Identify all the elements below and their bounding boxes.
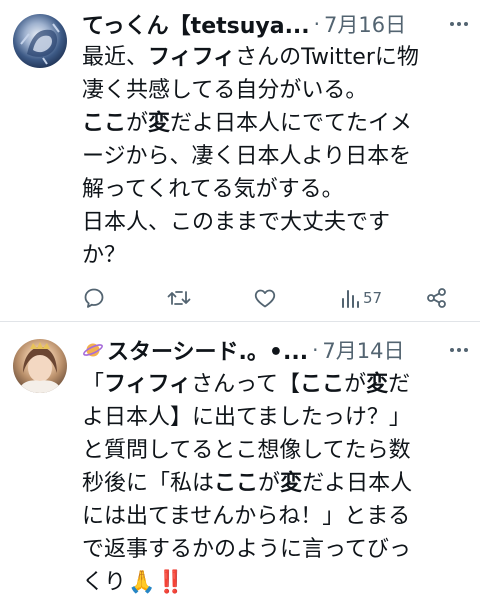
bold-text: フィフィ xyxy=(104,372,192,397)
text-segment: には出てませんからね！」とまる xyxy=(82,504,411,529)
bold-text: 変 xyxy=(366,372,389,397)
bold-text: フィフィ xyxy=(148,45,236,70)
tweet-header: スターシード.。•... · 7月14日 xyxy=(82,335,405,365)
bold-text: ここ xyxy=(82,111,127,136)
bold-text: 変 xyxy=(280,471,303,496)
views-button[interactable]: 57 xyxy=(340,283,382,313)
text-line: 最近、フィフィさんのTwitterに物 xyxy=(82,41,466,74)
text-line: と質問してるとこ想像してたら数 xyxy=(82,434,466,467)
planet-emoji-icon xyxy=(82,339,104,361)
views-count: 57 xyxy=(363,289,383,307)
text-line: か？ xyxy=(82,239,466,272)
text-segment: さんのTwitterに物 xyxy=(235,45,419,70)
reply-button[interactable] xyxy=(82,283,106,313)
views-icon xyxy=(342,290,359,308)
text-line: くり🙏‼️ xyxy=(82,566,466,599)
bold-text: ここ xyxy=(214,471,259,496)
separator-dot: · xyxy=(313,12,321,36)
tweet-text: 最近、フィフィさんのTwitterに物 凄く共感してる自分がいる。 ここが変だよ日本… xyxy=(82,41,466,272)
action-bar: 57 xyxy=(82,283,452,313)
share-icon xyxy=(427,288,446,308)
text-segment: 解ってくれてる気がする。 xyxy=(82,177,344,202)
text-segment: が xyxy=(344,372,367,397)
tweet-date[interactable]: 7月16日 xyxy=(324,9,406,39)
text-line: で返事するかのように言ってびっ xyxy=(82,533,466,566)
text-segment: さんって【 xyxy=(191,372,301,397)
text-segment: と質問してるとこ想像してたら数 xyxy=(82,438,411,463)
tweet-2[interactable]: スターシード.。•... · 7月14日 「フィフィさんって【ここが変だ よ日本人… xyxy=(0,323,480,611)
tweet-text: 「フィフィさんって【ここが変だ よ日本人】に出てましたっけ？」 と質問してるとこ想像… xyxy=(82,368,466,599)
avatar-image xyxy=(17,342,63,393)
text-segment: が xyxy=(126,111,149,136)
reply-icon xyxy=(84,288,104,308)
text-segment: が xyxy=(258,471,281,496)
text-line: ここが変だよ日本人にでてたイメ xyxy=(82,107,466,140)
text-line: 「フィフィさんって【ここが変だ xyxy=(82,368,466,401)
text-segment: で返事するかのように言ってびっ xyxy=(82,537,411,562)
text-line: には出てませんからね！」とまる xyxy=(82,500,466,533)
text-segment: よ日本人】に出てましたっけ？」 xyxy=(82,405,411,430)
text-line: 日本人、このままで大丈夫です xyxy=(82,206,466,239)
author-name[interactable]: てっくん【tetsuya... xyxy=(82,8,310,40)
text-line: ージから、凄く日本人より日本を xyxy=(82,140,466,173)
text-line: 凄く共感してる自分がいる。 xyxy=(82,74,466,107)
tweet-header: てっくん【tetsuya... · 7月16日 xyxy=(82,9,406,39)
more-options-icon[interactable] xyxy=(444,335,474,365)
avatar[interactable] xyxy=(13,339,67,393)
praying-hands-emoji-icon: 🙏 xyxy=(128,570,156,595)
text-segment: か？ xyxy=(82,243,127,268)
heart-icon xyxy=(254,289,276,308)
retweet-button[interactable] xyxy=(166,283,192,313)
text-line: 秒後に「私はここが変だよ日本人 xyxy=(82,467,466,500)
retweet-icon xyxy=(167,291,191,305)
text-segment: 凄く共感してる自分がいる。 xyxy=(82,78,368,103)
like-button[interactable] xyxy=(253,283,277,313)
text-segment: 日本人、このままで大丈夫です xyxy=(82,210,391,235)
text-segment: だよ日本人にでてたイメ xyxy=(170,111,413,136)
text-segment: だ xyxy=(388,372,411,397)
text-segment: ージから、凄く日本人より日本を xyxy=(82,144,412,169)
text-segment: だよ日本人 xyxy=(302,471,413,496)
tweet-divider xyxy=(0,321,480,322)
avatar-image xyxy=(20,23,60,65)
bold-text: ここ xyxy=(300,372,345,397)
tweet-1[interactable]: てっくん【tetsuya... · 7月16日 最近、フィフィさんのTwitte… xyxy=(0,0,480,322)
double-exclamation-emoji-icon: ‼️ xyxy=(157,570,185,595)
bold-text: 変 xyxy=(148,111,171,136)
more-options-icon[interactable] xyxy=(444,9,474,39)
text-line: 解ってくれてる気がする。 xyxy=(82,173,466,206)
text-segment: 「 xyxy=(82,372,105,397)
text-segment: 秒後に「私は xyxy=(82,471,215,496)
avatar[interactable] xyxy=(13,14,67,68)
author-name[interactable]: スターシード.。•... xyxy=(107,334,308,366)
share-button[interactable] xyxy=(426,283,448,313)
text-segment: くり xyxy=(82,570,127,595)
text-segment: 最近、 xyxy=(82,45,149,70)
tweet-date[interactable]: 7月14日 xyxy=(322,335,404,365)
separator-dot: · xyxy=(312,338,319,362)
text-line: よ日本人】に出てましたっけ？」 xyxy=(82,401,466,434)
